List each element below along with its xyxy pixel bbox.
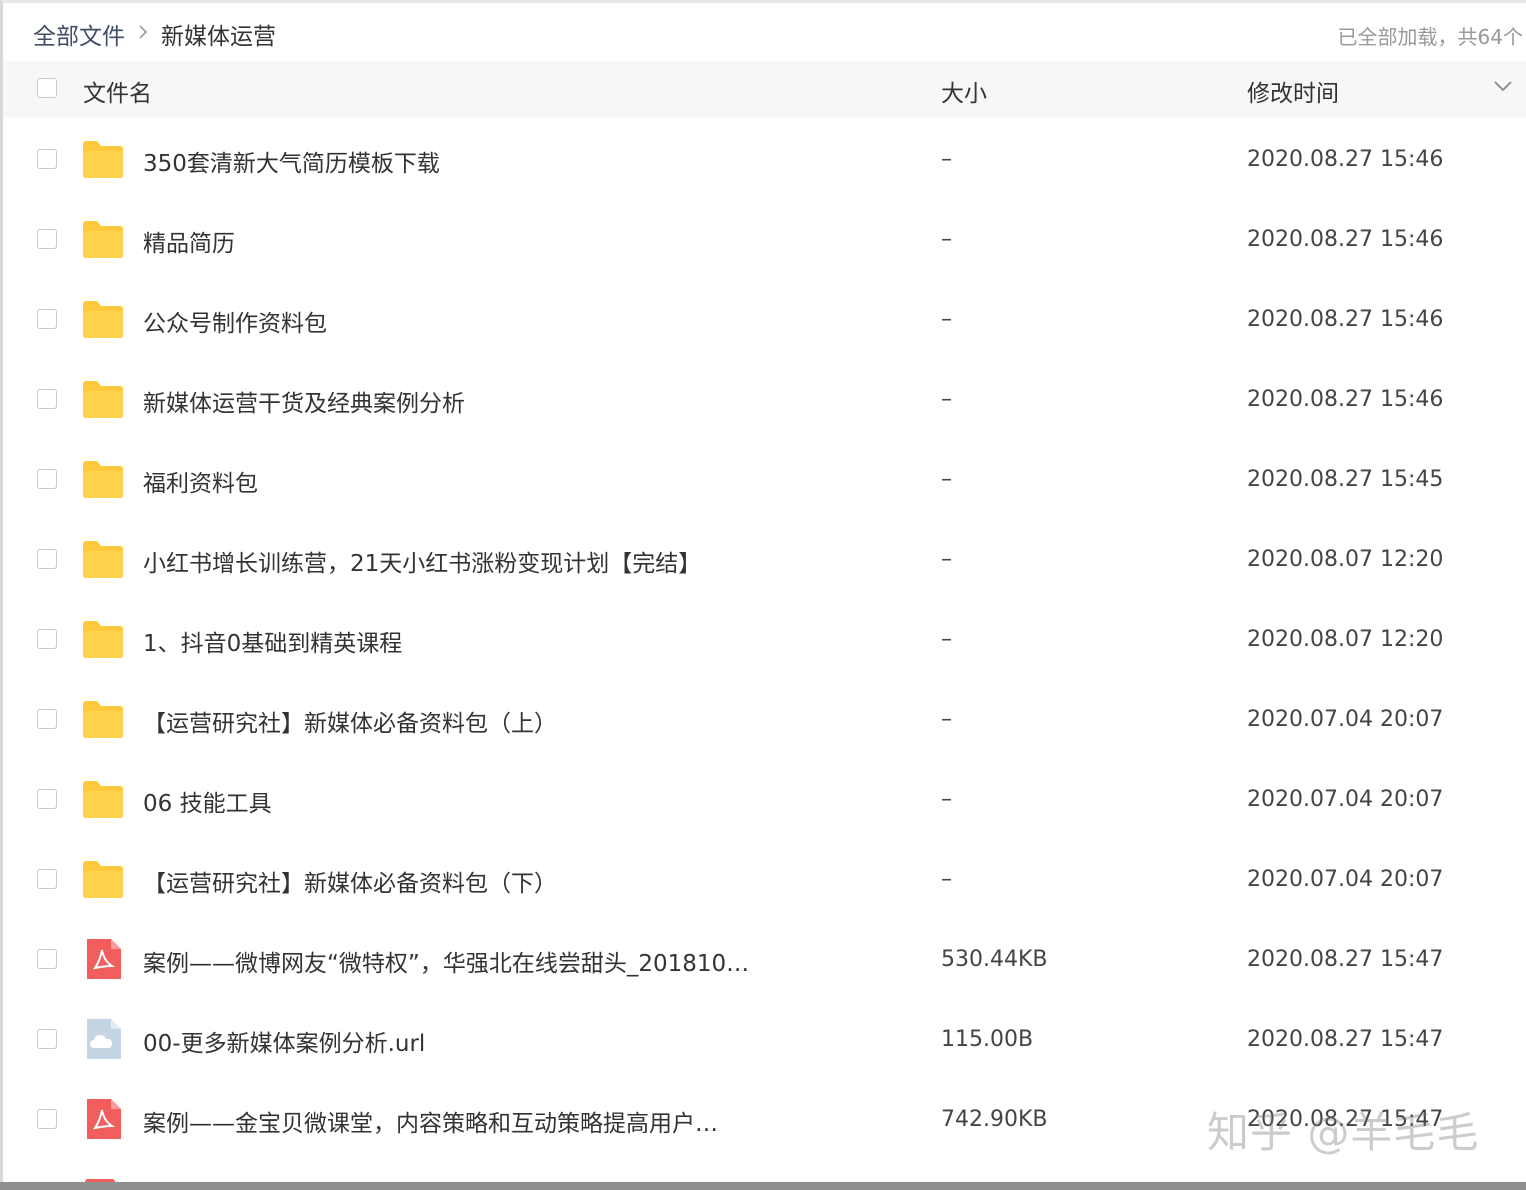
file-row[interactable]: 案例——微博网友“微特权”，华强北在线尝甜头_201810… 530.44KB 20… — [3, 919, 1526, 999]
row-checkbox[interactable] — [37, 949, 57, 969]
file-size: – — [941, 627, 952, 652]
row-checkbox[interactable] — [37, 149, 57, 169]
file-name[interactable]: 精品简历 — [143, 224, 235, 258]
folder-icon — [81, 538, 125, 580]
column-header-time[interactable]: 修改时间 — [1247, 74, 1339, 108]
file-name[interactable]: 350套清新大气简历模板下载 — [143, 144, 440, 178]
url-file-icon — [81, 1018, 125, 1060]
file-modified-time: 2020.08.27 15:47 — [1247, 947, 1444, 972]
folder-icon — [81, 138, 125, 180]
file-modified-time: 2020.08.27 15:47 — [1247, 1027, 1444, 1052]
file-size: – — [941, 787, 952, 812]
file-list-header: 文件名 大小 修改时间 — [3, 61, 1526, 117]
file-modified-time: 2020.07.04 20:07 — [1247, 707, 1444, 732]
folder-icon — [81, 298, 125, 340]
column-header-name[interactable]: 文件名 — [83, 74, 152, 108]
folder-icon — [81, 698, 125, 740]
file-row[interactable]: 福利资料包 – 2020.08.27 15:45 — [3, 439, 1526, 519]
file-modified-time: 2020.07.04 20:07 — [1247, 867, 1444, 892]
row-checkbox[interactable] — [37, 389, 57, 409]
file-modified-time: 2020.08.07 12:20 — [1247, 627, 1444, 652]
file-name[interactable]: 06 技能工具 — [143, 784, 272, 818]
load-status: 已全部加载，共64个 — [1337, 25, 1523, 49]
file-row[interactable]: 06 技能工具 – 2020.07.04 20:07 — [3, 759, 1526, 839]
folder-icon — [81, 858, 125, 900]
row-checkbox[interactable] — [37, 1029, 57, 1049]
file-modified-time: 2020.08.27 15:45 — [1247, 467, 1444, 492]
file-row[interactable]: 新媒体运营干货及经典案例分析 – 2020.08.27 15:46 — [3, 359, 1526, 439]
folder-icon — [81, 618, 125, 660]
file-manager-window: 全部文件 新媒体运营 已全部加载，共64个 文件名 大小 修改时间 350套清新… — [0, 0, 1526, 1190]
file-size: – — [941, 547, 952, 572]
file-modified-time: 2020.08.27 15:46 — [1247, 387, 1444, 412]
pdf-file-icon — [81, 938, 125, 980]
file-modified-time: 2020.08.07 12:20 — [1247, 547, 1444, 572]
row-checkbox[interactable] — [37, 869, 57, 889]
file-row[interactable]: 350套清新大气简历模板下载 – 2020.08.27 15:46 — [3, 119, 1526, 199]
file-row[interactable]: 【运营研究社】新媒体必备资料包（下） – 2020.07.04 20:07 — [3, 839, 1526, 919]
file-name[interactable]: 福利资料包 — [143, 464, 258, 498]
file-modified-time: 2020.07.04 20:07 — [1247, 787, 1444, 812]
select-all-checkbox[interactable] — [37, 78, 57, 98]
folder-icon — [81, 778, 125, 820]
breadcrumb-root-link[interactable]: 全部文件 — [33, 17, 125, 51]
file-name[interactable]: 公众号制作资料包 — [143, 304, 327, 338]
file-row[interactable]: 小红书增长训练营，21天小红书涨粉变现计划【完结】 – 2020.08.07 12:… — [3, 519, 1526, 599]
file-modified-time: 2020.08.27 15:46 — [1247, 307, 1444, 332]
file-modified-time: 2020.08.27 15:46 — [1247, 227, 1444, 252]
row-checkbox[interactable] — [37, 309, 57, 329]
file-size: – — [941, 707, 952, 732]
breadcrumb: 全部文件 新媒体运营 — [33, 17, 276, 51]
file-size: 530.44KB — [941, 947, 1048, 972]
file-name[interactable]: 00-更多新媒体案例分析.url — [143, 1024, 425, 1058]
folder-icon — [81, 458, 125, 500]
watermark: 知乎 @羊毛毛 — [1207, 1108, 1480, 1157]
row-checkbox[interactable] — [37, 549, 57, 569]
file-name[interactable]: 【运营研究社】新媒体必备资料包（上） — [143, 704, 557, 738]
file-row[interactable]: 【运营研究社】新媒体必备资料包（上） – 2020.07.04 20:07 — [3, 679, 1526, 759]
column-header-size[interactable]: 大小 — [941, 74, 987, 108]
folder-icon — [81, 378, 125, 420]
file-name[interactable]: 新媒体运营干货及经典案例分析 — [143, 384, 465, 418]
chevron-down-icon[interactable] — [1493, 79, 1513, 93]
row-checkbox[interactable] — [37, 1109, 57, 1129]
file-name[interactable]: 【运营研究社】新媒体必备资料包（下） — [143, 864, 557, 898]
file-size: 115.00B — [941, 1027, 1034, 1052]
row-checkbox[interactable] — [37, 789, 57, 809]
file-size: – — [941, 467, 952, 492]
pdf-file-icon — [81, 1098, 125, 1140]
file-size: – — [941, 387, 952, 412]
breadcrumb-separator-icon — [137, 22, 149, 47]
file-row[interactable]: 精品简历 – 2020.08.27 15:46 — [3, 199, 1526, 279]
file-name[interactable]: 案例——金宝贝微课堂，内容策略和互动策略提高用户… — [143, 1104, 718, 1138]
row-checkbox[interactable] — [37, 629, 57, 649]
row-checkbox[interactable] — [37, 469, 57, 489]
file-size: 742.90KB — [941, 1107, 1048, 1132]
file-row[interactable]: 公众号制作资料包 – 2020.08.27 15:46 — [3, 279, 1526, 359]
file-row[interactable]: 00-更多新媒体案例分析.url 115.00B 2020.08.27 15:47 — [3, 999, 1526, 1079]
top-bar: 全部文件 新媒体运营 已全部加载，共64个 — [3, 3, 1526, 61]
breadcrumb-current: 新媒体运营 — [161, 24, 276, 50]
row-checkbox[interactable] — [37, 229, 57, 249]
row-checkbox[interactable] — [37, 709, 57, 729]
file-size: – — [941, 867, 952, 892]
file-modified-time: 2020.08.27 15:46 — [1247, 147, 1444, 172]
file-name[interactable]: 1、抖音0基础到精英课程 — [143, 624, 402, 658]
file-size: – — [941, 307, 952, 332]
file-row[interactable]: 1、抖音0基础到精英课程 – 2020.08.07 12:20 — [3, 599, 1526, 679]
file-size: – — [941, 147, 952, 172]
folder-icon — [81, 218, 125, 260]
bottom-edge — [0, 1182, 1526, 1190]
file-size: – — [941, 227, 952, 252]
file-name[interactable]: 案例——微博网友“微特权”，华强北在线尝甜头_201810… — [143, 944, 749, 978]
file-name[interactable]: 小红书增长训练营，21天小红书涨粉变现计划【完结】 — [143, 544, 701, 578]
